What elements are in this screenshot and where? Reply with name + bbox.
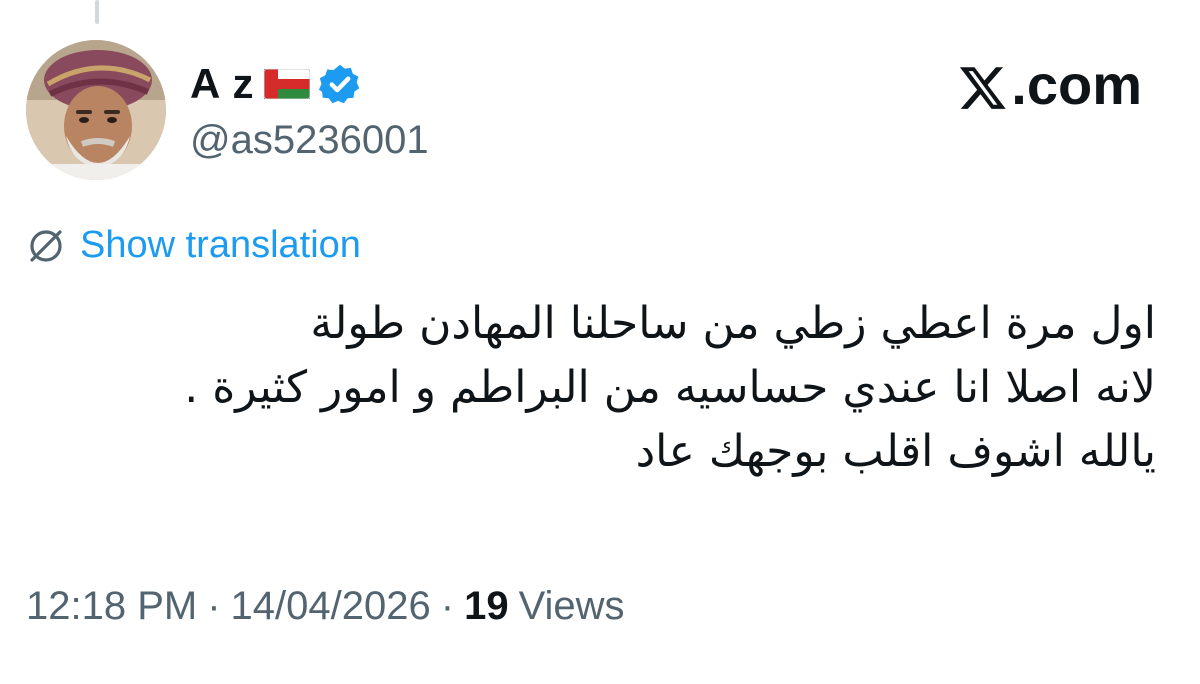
meta-separator-2: · bbox=[440, 584, 455, 628]
thread-connector-line bbox=[95, 0, 99, 24]
author-name-row[interactable]: A z bbox=[190, 56, 362, 112]
tweet-text: اول مرة اعطي زطي من ساحلنا المهادن طولة … bbox=[56, 292, 1156, 484]
show-translation-button[interactable]: Show translation bbox=[26, 224, 361, 267]
brand-domain-suffix: .com bbox=[1011, 53, 1142, 116]
views-count[interactable]: 19 bbox=[464, 584, 509, 629]
author-display-name[interactable]: A z bbox=[190, 60, 254, 108]
avatar-portrait-image bbox=[26, 40, 166, 180]
show-translation-label[interactable]: Show translation bbox=[80, 224, 361, 267]
tweet-time[interactable]: 12:18 PM bbox=[26, 584, 197, 629]
tweet-text-line-1: اول مرة اعطي زطي من ساحلنا المهادن طولة bbox=[310, 298, 1156, 349]
verified-badge-icon[interactable] bbox=[318, 62, 362, 106]
x-logo-icon bbox=[957, 60, 1009, 110]
tweet-date[interactable]: 14/04/2026 bbox=[231, 584, 431, 629]
views-label: Views bbox=[518, 584, 625, 628]
oman-flag-icon bbox=[263, 68, 311, 100]
tweet-text-line-2: لانه اصلا انا عندي حساسيه من البراطم و ا… bbox=[184, 362, 1156, 413]
tweet-text-line-3: يالله اشوف اقلب بوجهك عاد bbox=[635, 426, 1156, 477]
globe-slash-icon bbox=[26, 226, 66, 266]
tweet-metadata: 12:18 PM · 14/04/2026 · 19 Views bbox=[26, 584, 625, 629]
avatar[interactable] bbox=[26, 40, 166, 180]
x-com-brand: .com bbox=[957, 52, 1142, 117]
meta-separator-1: · bbox=[207, 584, 221, 628]
author-handle[interactable]: @as5236001 bbox=[190, 118, 429, 163]
